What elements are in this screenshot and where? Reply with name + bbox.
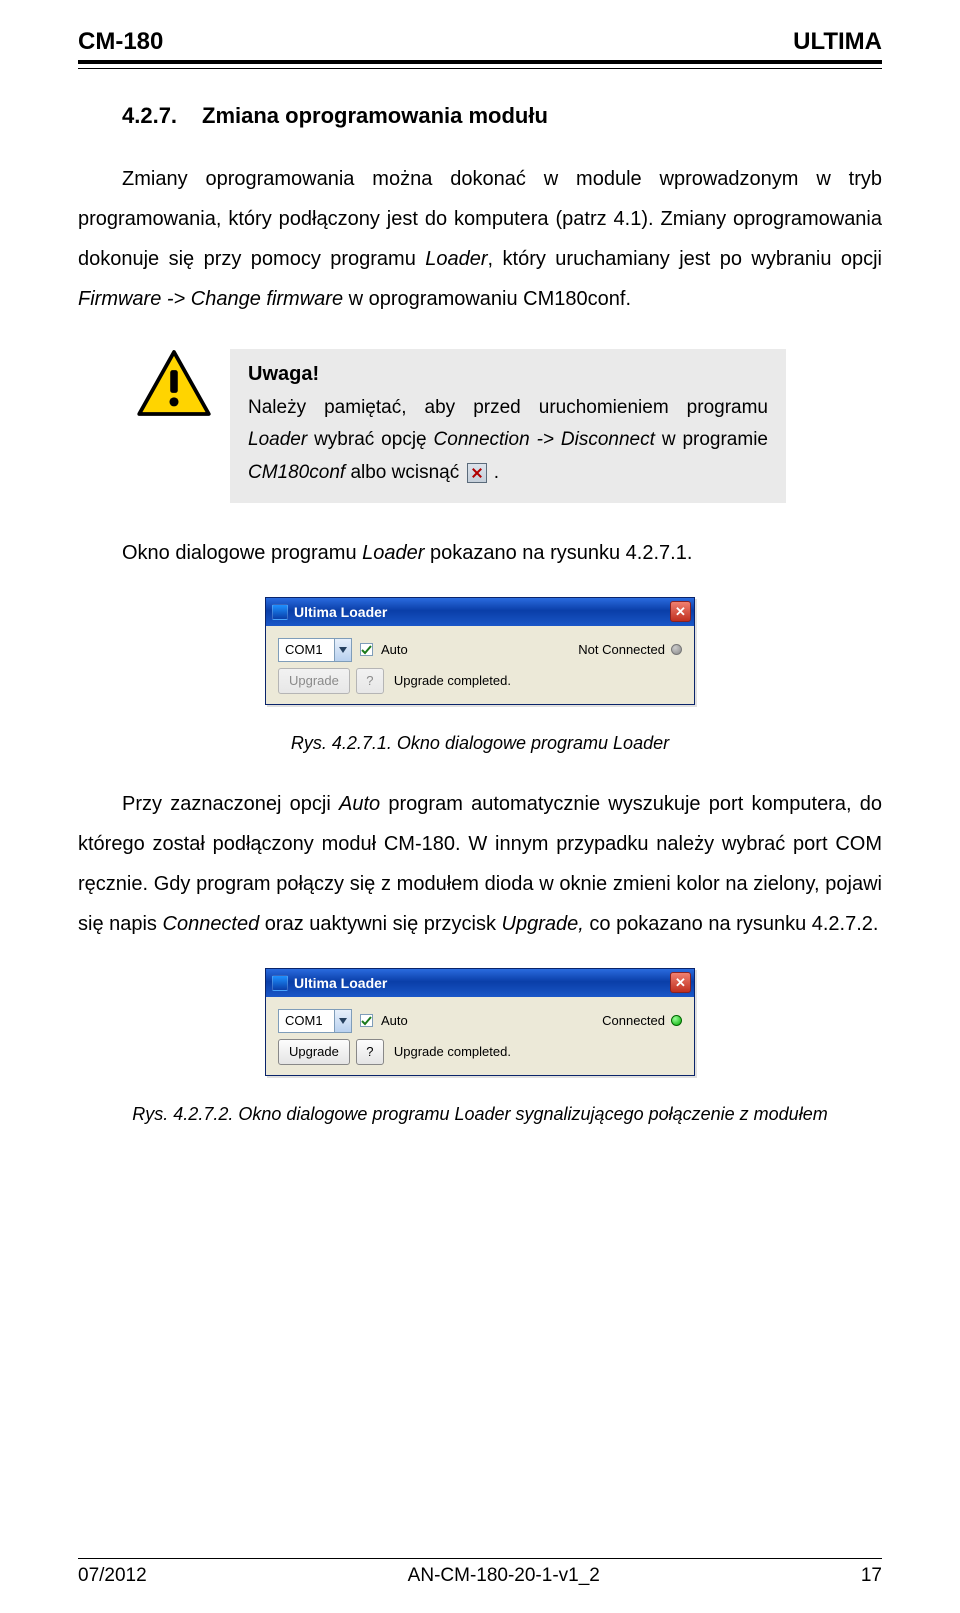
titlebar[interactable]: Ultima Loader ✕ bbox=[266, 598, 694, 626]
upgrade-button[interactable]: Upgrade bbox=[278, 668, 350, 694]
window-title: Ultima Loader bbox=[294, 604, 670, 620]
status-message: Upgrade completed. bbox=[394, 1044, 511, 1059]
section-title: Zmiana oprogramowania modułu bbox=[202, 103, 548, 128]
connection-status: Connected bbox=[602, 1013, 682, 1028]
auto-checkbox[interactable] bbox=[360, 643, 373, 656]
port-select[interactable]: COM1 bbox=[278, 638, 352, 662]
auto-label: Auto bbox=[381, 1013, 408, 1028]
warning-note: Uwaga! Należy pamiętać, aby przed urucho… bbox=[136, 349, 786, 503]
section-number: 4.2.7. bbox=[122, 103, 202, 129]
footer-right: 17 bbox=[861, 1565, 882, 1587]
paragraph-1: Zmiany oprogramowania można dokonać w mo… bbox=[78, 159, 882, 319]
footer-center: AN-CM-180-20-1-v1_2 bbox=[408, 1565, 600, 1587]
connection-status: Not Connected bbox=[578, 642, 682, 657]
header-left: CM-180 bbox=[78, 28, 163, 56]
figure-caption-1: Rys. 4.2.7.1. Okno dialogowe programu Lo… bbox=[78, 733, 882, 754]
status-text: Not Connected bbox=[578, 642, 665, 657]
status-text: Connected bbox=[602, 1013, 665, 1028]
help-button[interactable]: ? bbox=[356, 668, 384, 694]
app-icon bbox=[272, 975, 288, 991]
chevron-down-icon[interactable] bbox=[334, 1010, 351, 1032]
chevron-down-icon[interactable] bbox=[334, 639, 351, 661]
loader-dialog-2: Ultima Loader ✕ COM1 Auto Connected bbox=[265, 968, 695, 1076]
header-rule bbox=[78, 60, 882, 69]
titlebar[interactable]: Ultima Loader ✕ bbox=[266, 969, 694, 997]
footer-left: 07/2012 bbox=[78, 1565, 147, 1587]
status-led-icon bbox=[671, 644, 682, 655]
note-content: Uwaga! Należy pamiętać, aby przed urucho… bbox=[230, 349, 786, 503]
status-led-icon bbox=[671, 1015, 682, 1026]
figure-caption-2: Rys. 4.2.7.2. Okno dialogowe programu Lo… bbox=[78, 1104, 882, 1125]
warning-icon bbox=[136, 349, 212, 422]
window-title: Ultima Loader bbox=[294, 975, 670, 991]
port-select[interactable]: COM1 bbox=[278, 1009, 352, 1033]
note-title: Uwaga! bbox=[248, 363, 768, 386]
help-button[interactable]: ? bbox=[356, 1039, 384, 1065]
note-text: Należy pamiętać, aby przed uruchomieniem… bbox=[248, 392, 768, 489]
port-value: COM1 bbox=[279, 1013, 334, 1028]
close-icon[interactable]: ✕ bbox=[670, 601, 691, 622]
auto-label: Auto bbox=[381, 642, 408, 657]
header-right: ULTIMA bbox=[793, 28, 882, 56]
status-message: Upgrade completed. bbox=[394, 673, 511, 688]
loader-dialog-1: Ultima Loader ✕ COM1 Auto Not Connected bbox=[265, 597, 695, 705]
close-icon[interactable]: ✕ bbox=[670, 972, 691, 993]
page-footer: 07/2012 AN-CM-180-20-1-v1_2 17 bbox=[78, 1558, 882, 1587]
paragraph-3: Przy zaznaczonej opcji Auto program auto… bbox=[78, 784, 882, 944]
auto-checkbox[interactable] bbox=[360, 1014, 373, 1027]
page-header: CM-180 ULTIMA bbox=[78, 28, 882, 56]
upgrade-button[interactable]: Upgrade bbox=[278, 1039, 350, 1065]
app-icon bbox=[272, 604, 288, 620]
disconnect-icon bbox=[467, 463, 487, 483]
paragraph-2: Okno dialogowe programu Loader pokazano … bbox=[78, 533, 882, 573]
section-heading: 4.2.7.Zmiana oprogramowania modułu bbox=[122, 103, 882, 129]
port-value: COM1 bbox=[279, 642, 334, 657]
footer-rule bbox=[78, 1558, 882, 1559]
